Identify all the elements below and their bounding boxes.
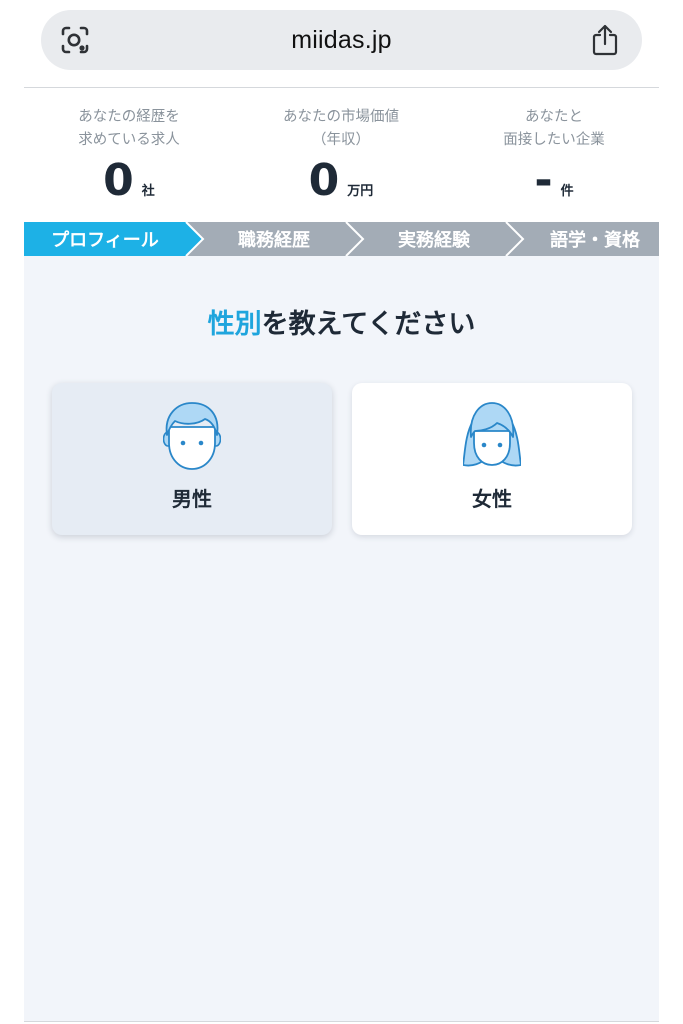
stat-value: -: [534, 155, 553, 206]
url-text[interactable]: miidas.jp: [291, 26, 391, 55]
stat-matching-jobs: あなたの経歴を 求めている求人 0 社: [24, 106, 234, 203]
stat-unit: 件: [560, 184, 574, 199]
stat-market-value: あなたの市場価値 （年収） 0 万円: [236, 106, 446, 203]
female-face-icon: [463, 402, 521, 467]
question-highlight: 性別: [207, 309, 262, 340]
option-label: 女性: [472, 487, 512, 511]
progress-steps: プロフィール 職務経歴 実務経験 語学・資格: [24, 222, 659, 256]
stat-unit: 万円: [347, 184, 374, 199]
stats-panel: あなたの経歴を 求めている求人 0 社 あなたの市場価値 （年収） 0 万円 あ…: [24, 88, 659, 222]
step-profile: プロフィール: [51, 230, 159, 251]
stat-caption: あなたの経歴を 求めている求人: [78, 109, 180, 148]
address-field[interactable]: miidas.jp: [41, 10, 642, 70]
stat-caption: あなたと 面接したい企業: [503, 109, 605, 148]
question-rest: を教えてください: [261, 309, 476, 340]
stat-interview-companies: あなたと 面接したい企業 - 件: [449, 106, 659, 203]
stat-unit: 社: [141, 184, 155, 199]
stat-caption: あなたの市場価値 （年収）: [283, 109, 399, 148]
stat-value: 0: [103, 155, 134, 206]
stat-value: 0: [308, 155, 340, 206]
gender-option-male[interactable]: 男性: [52, 383, 332, 535]
share-icon[interactable]: [590, 23, 620, 57]
question-title: 性別を教えてください: [24, 302, 659, 341]
step-language-license: 語学・資格: [550, 230, 640, 251]
gender-option-female[interactable]: 女性: [352, 383, 632, 535]
step-career: 職務経歴: [238, 230, 310, 251]
option-label: 男性: [172, 487, 212, 511]
male-face-icon: [163, 402, 221, 470]
page-content: あなたの経歴を 求めている求人 0 社 あなたの市場価値 （年収） 0 万円 あ…: [24, 88, 659, 1022]
browser-url-bar: miidas.jp: [0, 0, 683, 86]
step-experience: 実務経験: [398, 230, 470, 251]
camera-lens-icon[interactable]: [59, 24, 91, 56]
